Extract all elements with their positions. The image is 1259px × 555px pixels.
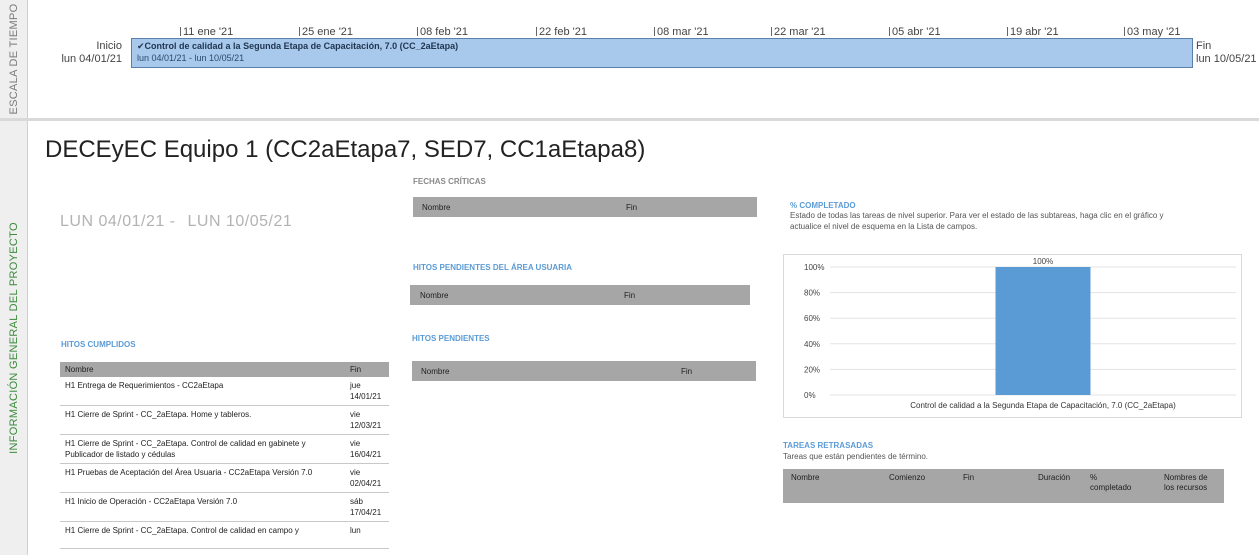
fechas-criticas-heading: FECHAS CRÍTICAS <box>413 177 486 186</box>
timeline-tick-label: 22 mar '21 <box>774 26 826 38</box>
y-tick-label: 40% <box>804 340 820 349</box>
timeline-start-label: Inicio <box>96 40 122 52</box>
project-start-date: LUN 04/01/21 - <box>60 213 176 230</box>
tareas-retrasadas-table[interactable]: Nombre Comienzo Fin Duración % completad… <box>783 469 1224 503</box>
hito-end: jue 14/01/21 <box>345 377 389 406</box>
timeline-start: Inicio lun 04/01/21 <box>61 40 122 66</box>
y-tick-label: 0% <box>804 391 816 400</box>
timeline-tick <box>889 27 890 36</box>
hito-name: H1 Cierre de Sprint - CC_2aEtapa. Contro… <box>60 434 345 464</box>
hito-end: vie 12/03/21 <box>345 405 389 435</box>
completado-heading: % COMPLETADO <box>790 201 856 210</box>
timeline-tick-label: 08 mar '21 <box>657 26 709 38</box>
timeline-tick <box>654 27 655 36</box>
hito-end: sáb 17/04/21 <box>345 492 389 522</box>
y-tick-label: 20% <box>804 365 820 374</box>
timeline-tick <box>536 27 537 36</box>
page-title[interactable]: DECEyEC Equipo 1 (CC2aEtapa7, SED7, CC1a… <box>45 136 645 164</box>
column-header-completado: % completado <box>1090 473 1132 492</box>
timeline-tick <box>1124 27 1125 36</box>
timeline-tick-label: 08 feb '21 <box>420 26 468 38</box>
column-header-fin: Fin <box>963 473 975 482</box>
tareas-retrasadas-heading: TAREAS RETRASADAS <box>783 441 874 450</box>
project-overview-report: DECEyEC Equipo 1 (CC2aEtapa7, SED7, CC1a… <box>28 121 1259 555</box>
timeline-task-dates: lun 04/01/21 - lun 10/05/21 <box>137 53 245 63</box>
table-row[interactable]: H1 Entrega de Requerimientos - CC2aEtapa… <box>60 377 389 406</box>
timeline-tick <box>180 27 181 36</box>
column-header-fin: Fin <box>624 290 636 300</box>
column-header-nombre: Nombre <box>422 202 451 212</box>
table-header-row: Nombre Fin <box>60 362 389 377</box>
timeline[interactable]: 11 ene '21 25 ene '21 08 feb '21 22 feb … <box>28 0 1259 118</box>
project-end-date: LUN 10/05/21 <box>187 213 293 230</box>
hitos-pendientes-table[interactable]: Nombre Fin <box>412 361 756 381</box>
hito-end: vie 16/04/21 <box>345 434 389 464</box>
timeline-task-name: Control de calidad a la Segunda Etapa de… <box>144 41 459 51</box>
timeline-start-date: lun 04/01/21 <box>61 53 122 65</box>
hitos-cumplidos-heading: HITOS CUMPLIDOS <box>61 340 136 349</box>
hitos-cumplidos-table[interactable]: Nombre Fin H1 Entrega de Requerimientos … <box>60 362 389 549</box>
hito-name: H1 Cierre de Sprint - CC_2aEtapa. Contro… <box>60 521 345 549</box>
column-header-nombre: Nombre <box>420 290 449 300</box>
hito-name: H1 Inicio de Operación - CC2aEtapa Versi… <box>60 492 345 522</box>
table-row[interactable]: H1 Cierre de Sprint - CC_2aEtapa. Contro… <box>60 521 389 549</box>
timeline-tick-label: 11 ene '21 <box>183 26 234 38</box>
fechas-criticas-table[interactable]: Nombre Fin <box>413 197 757 217</box>
column-header-nombre: Nombre <box>60 362 345 377</box>
timeline-tick <box>299 27 300 36</box>
timeline-end: Fin lun 10/05/21 <box>1196 40 1257 66</box>
data-label: 100% <box>1033 257 1053 266</box>
hito-name: H1 Cierre de Sprint - CC_2aEtapa. Home y… <box>60 405 345 435</box>
hitos-area-usuaria-table[interactable]: Nombre Fin <box>410 285 750 305</box>
timescale-rail: ESCALA DE TIEMPO <box>0 0 28 118</box>
project-dates: LUN 04/01/21 - LUN 10/05/21 <box>60 213 292 231</box>
timeline-tick-label: 22 feb '21 <box>539 26 587 38</box>
timeline-tick <box>1007 27 1008 36</box>
timeline-end-label: Fin <box>1196 40 1212 52</box>
overview-rail: INFORMACIÓN GENERAL DEL PROYECTO <box>0 121 28 555</box>
y-tick-label: 60% <box>804 314 820 323</box>
hito-end: vie 02/04/21 <box>345 463 389 493</box>
tareas-retrasadas-note: Tareas que están pendientes de término. <box>783 452 928 461</box>
table-row[interactable]: H1 Inicio de Operación - CC2aEtapa Versi… <box>60 492 389 522</box>
chart-bar <box>995 267 1091 395</box>
completado-chart[interactable]: 0% 20% 40% 60% 80% 100% 100% Control de calidad… <box>783 254 1242 418</box>
overview-rail-label: INFORMACIÓN GENERAL DEL PROYECTO <box>7 222 20 454</box>
y-tick-label: 100% <box>804 263 824 272</box>
hito-name: H1 Entrega de Requerimientos - CC2aEtapa <box>60 377 345 406</box>
timescale-rail-label: ESCALA DE TIEMPO <box>7 3 20 115</box>
check-icon: ✔ <box>137 41 145 51</box>
column-header-comienzo: Comienzo <box>889 473 926 482</box>
column-header-recursos: Nombres de los recursos <box>1164 473 1208 492</box>
column-header-fin: Fin <box>681 366 693 376</box>
column-header-fin: Fin <box>626 202 638 212</box>
x-tick-label: Control de calidad a la Segunda Etapa de… <box>910 401 1176 410</box>
timeline-tick-label: 19 abr '21 <box>1010 26 1059 38</box>
timeline-tick-label: 03 may '21 <box>1127 26 1181 38</box>
y-tick-label: 80% <box>804 289 820 298</box>
timeline-tick <box>771 27 772 36</box>
completado-chart-svg: 0% 20% 40% 60% 80% 100% 100% Control de calidad… <box>804 257 1236 410</box>
hito-end: lun <box>345 521 389 549</box>
column-header-nombre: Nombre <box>421 366 450 376</box>
column-header-fin: Fin <box>345 362 389 377</box>
timeline-task-bar[interactable]: ✔Control de calidad a la Segunda Etapa d… <box>131 38 1193 68</box>
hitos-area-usuaria-heading: HITOS PENDIENTES DEL ÁREA USUARIA <box>413 263 572 272</box>
timeline-tick-label: 05 abr '21 <box>892 26 941 38</box>
timeline-tick-label: 25 ene '21 <box>302 26 354 38</box>
timeline-end-date: lun 10/05/21 <box>1196 53 1257 65</box>
completado-note: Estado de todas las tareas de nivel supe… <box>790 211 1164 231</box>
table-row[interactable]: H1 Pruebas de Aceptación del Área Usuari… <box>60 463 389 493</box>
hitos-pendientes-heading: HITOS PENDIENTES <box>412 334 490 343</box>
table-row[interactable]: H1 Cierre de Sprint - CC_2aEtapa. Home y… <box>60 405 389 435</box>
timeline-tick <box>417 27 418 36</box>
column-header-nombre: Nombre <box>791 473 820 482</box>
timeline-task-title: ✔Control de calidad a la Segunda Etapa d… <box>137 41 1187 52</box>
hito-name: H1 Pruebas de Aceptación del Área Usuari… <box>60 463 345 493</box>
column-header-duracion: Duración <box>1038 473 1071 482</box>
table-row[interactable]: H1 Cierre de Sprint - CC_2aEtapa. Contro… <box>60 434 389 464</box>
